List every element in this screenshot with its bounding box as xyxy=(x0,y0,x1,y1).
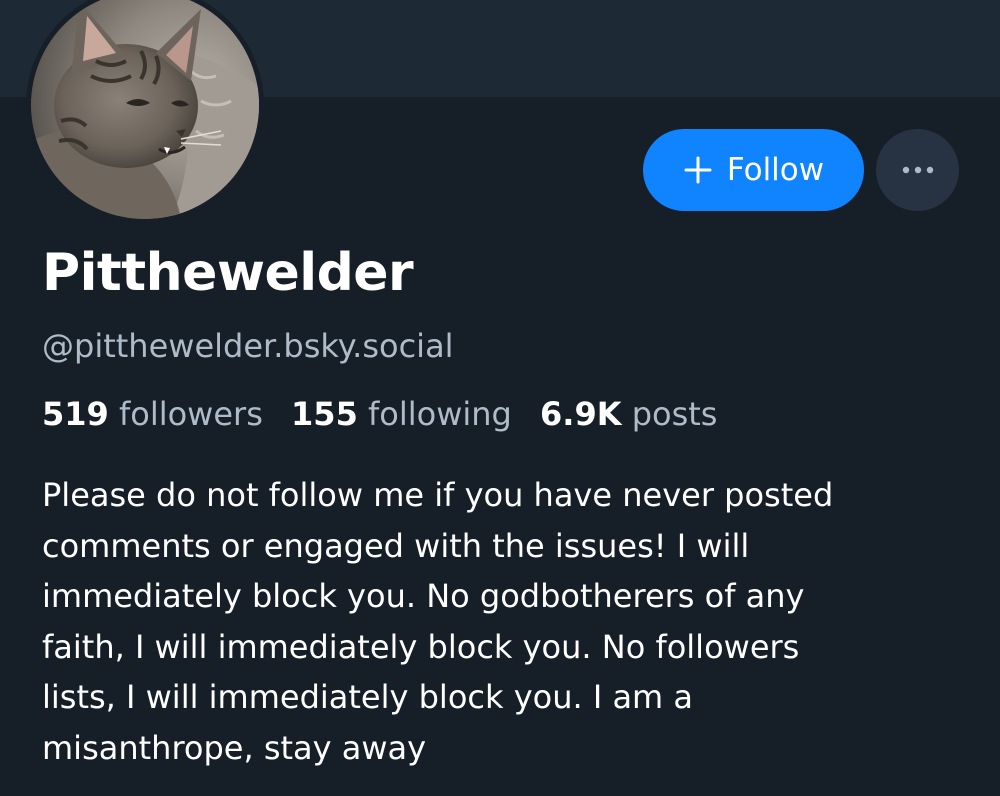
more-options-button[interactable] xyxy=(876,129,959,211)
profile-handle: @pitthewelder.bsky.social xyxy=(42,327,454,365)
posts-label: posts xyxy=(631,395,718,433)
ellipsis-icon xyxy=(902,166,933,174)
follow-button[interactable]: Follow xyxy=(643,129,864,211)
following-label: following xyxy=(368,395,512,433)
profile-stats: 519 followers 155 following 6.9K posts xyxy=(42,390,735,438)
plus-icon xyxy=(684,156,712,184)
followers-stat[interactable]: 519 followers xyxy=(42,390,263,438)
follow-button-label: Follow xyxy=(726,152,825,188)
followers-label: followers xyxy=(118,395,263,433)
following-count: 155 xyxy=(291,395,358,433)
profile-bio: Please do not follow me if you have neve… xyxy=(42,476,834,767)
avatar[interactable] xyxy=(26,0,264,224)
posts-count: 6.9K xyxy=(540,395,622,433)
posts-stat: 6.9K posts xyxy=(540,390,717,438)
kitten-avatar-image xyxy=(31,0,259,219)
display-name: Pitthewelder xyxy=(42,243,414,303)
following-stat[interactable]: 155 following xyxy=(291,390,512,438)
followers-count: 519 xyxy=(42,395,109,433)
